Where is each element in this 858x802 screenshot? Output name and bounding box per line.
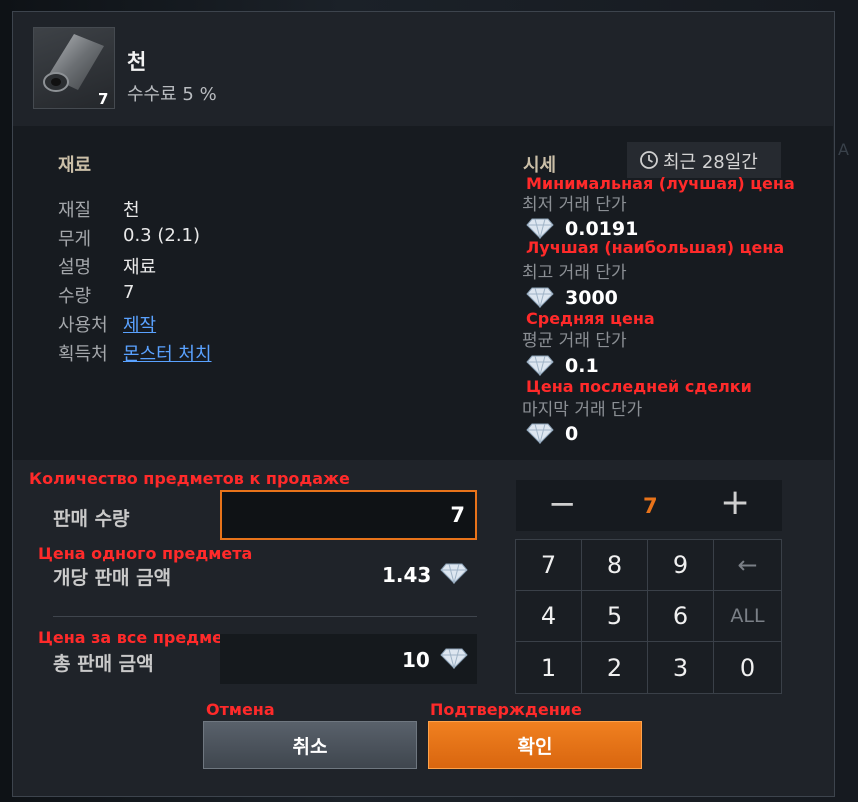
unit-price-label: 개당 판매 금액 bbox=[53, 567, 172, 589]
period-label: 최근 28일간 bbox=[663, 152, 758, 173]
all-key[interactable]: ALL bbox=[714, 591, 781, 642]
numpad-key-1[interactable]: 1 bbox=[516, 642, 582, 693]
numpad-key-2[interactable]: 2 bbox=[582, 642, 648, 693]
annotation-confirm: Подтверждение bbox=[430, 700, 582, 719]
quantity-input-value: 7 bbox=[450, 503, 465, 527]
background-ghost-text: A bbox=[838, 140, 849, 159]
diamond-icon bbox=[440, 648, 468, 669]
annotation-max: Лучшая (наибольшая) цена bbox=[526, 238, 785, 257]
total-value: 10 bbox=[402, 648, 430, 672]
row-label-usage: 사용처 bbox=[58, 315, 108, 336]
last-label: 마지막 거래 단가 bbox=[522, 400, 643, 420]
diamond-icon bbox=[526, 218, 554, 239]
period-badge[interactable]: 최근 28일간 bbox=[627, 142, 781, 178]
minus-button[interactable]: − bbox=[548, 484, 577, 524]
avg-value: 0.1 bbox=[565, 355, 599, 377]
item-count: 7 bbox=[98, 90, 109, 108]
numpad-key-5[interactable]: 5 bbox=[582, 591, 648, 642]
row-value-quantity: 7 bbox=[123, 282, 135, 303]
unit-price-value[interactable]: 1.43 bbox=[382, 563, 431, 587]
material-heading: 재료 bbox=[58, 155, 92, 176]
diamond-icon bbox=[440, 563, 468, 584]
row-label-source: 획득처 bbox=[58, 344, 108, 365]
min-label: 최저 거래 단가 bbox=[522, 195, 627, 215]
annotation-total: Цена за все предметы bbox=[38, 628, 247, 647]
usage-link[interactable]: 제작 bbox=[123, 311, 156, 337]
plus-button[interactable]: + bbox=[720, 482, 750, 523]
stepper-value: 7 bbox=[643, 494, 658, 518]
total-field bbox=[220, 634, 477, 684]
annotation-last: Цена последней сделки bbox=[526, 377, 752, 396]
numpad-key-9[interactable]: 9 bbox=[648, 540, 714, 591]
row-value-weight: 0.3 (2.1) bbox=[123, 225, 201, 246]
row-label-weight: 무게 bbox=[58, 229, 92, 250]
row-label-quantity: 수량 bbox=[58, 286, 92, 307]
min-value: 0.0191 bbox=[565, 218, 639, 240]
row-value-material: 천 bbox=[123, 200, 140, 221]
numpad-key-7[interactable]: 7 bbox=[516, 540, 582, 591]
total-label: 총 판매 금액 bbox=[53, 653, 154, 675]
quantity-input[interactable]: 7 bbox=[220, 490, 477, 540]
cancel-button[interactable]: 취소 bbox=[203, 721, 417, 769]
divider bbox=[53, 616, 477, 617]
max-label: 최고 거래 단가 bbox=[522, 263, 627, 283]
annotation-cancel: Отмена bbox=[206, 700, 275, 719]
item-title: 천 bbox=[127, 50, 147, 74]
diamond-icon bbox=[526, 287, 554, 308]
confirm-button[interactable]: 확인 bbox=[428, 721, 642, 769]
row-label-description: 설명 bbox=[58, 257, 92, 278]
numpad-key-8[interactable]: 8 bbox=[582, 540, 648, 591]
annotation-unit: Цена одного предмета bbox=[38, 544, 253, 563]
row-label-material: 재질 bbox=[58, 200, 92, 221]
annotation-qty: Количество предметов к продаже bbox=[29, 469, 350, 488]
numpad-key-4[interactable]: 4 bbox=[516, 591, 582, 642]
numpad-key-6[interactable]: 6 bbox=[648, 591, 714, 642]
avg-label: 평균 거래 단가 bbox=[522, 331, 627, 351]
source-link[interactable]: 몬스터 처치 bbox=[123, 340, 212, 366]
last-value: 0 bbox=[565, 423, 579, 445]
numpad-key-0[interactable]: 0 bbox=[714, 642, 781, 693]
quantity-stepper: − 7 + bbox=[516, 480, 782, 531]
max-value: 3000 bbox=[565, 287, 618, 309]
row-value-description: 재료 bbox=[123, 257, 157, 278]
numpad: 7 8 9 ← 4 5 6 ALL 1 2 3 0 bbox=[515, 539, 782, 694]
diamond-icon bbox=[526, 355, 554, 376]
item-fee: 수수료 5 % bbox=[127, 84, 217, 105]
diamond-icon bbox=[526, 423, 554, 444]
qty-label: 판매 수량 bbox=[53, 508, 130, 530]
numpad-key-3[interactable]: 3 bbox=[648, 642, 714, 693]
backspace-key[interactable]: ← bbox=[714, 540, 781, 591]
clock-icon bbox=[640, 151, 658, 169]
